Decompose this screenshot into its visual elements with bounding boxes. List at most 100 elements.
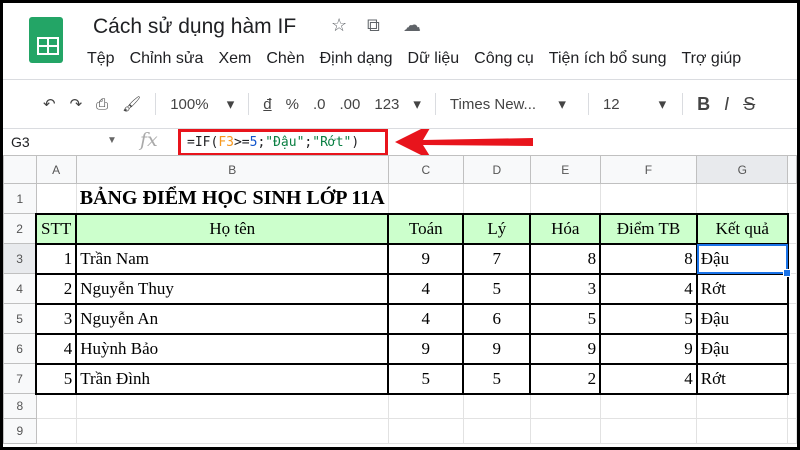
row-header-6[interactable]: 6 [3, 333, 37, 364]
cell[interactable] [35, 418, 77, 444]
cell[interactable]: Huỳnh Bảo [75, 332, 390, 365]
name-box[interactable]: G3 [11, 134, 30, 150]
cell[interactable]: Đậu [695, 302, 789, 335]
cell[interactable]: 6 [462, 302, 532, 335]
cell[interactable] [696, 393, 789, 419]
cell[interactable]: 1 [35, 242, 78, 275]
cell[interactable]: Nguyễn Thuy [75, 272, 390, 305]
column-header-D[interactable]: D [462, 155, 531, 184]
currency-format-button[interactable]: đ [263, 96, 271, 113]
cell[interactable] [787, 303, 797, 334]
header-cell[interactable]: Toán [387, 212, 465, 245]
cell[interactable]: 3 [529, 272, 602, 305]
cell[interactable]: 4 [387, 302, 465, 335]
selected-cell-G3[interactable]: Đậu [695, 242, 792, 278]
cloud-saved-icon[interactable]: ☁ [403, 15, 421, 36]
cell[interactable] [599, 418, 698, 444]
cell[interactable]: 5 [529, 302, 602, 335]
cell[interactable]: 5 [35, 362, 78, 395]
header-cell[interactable]: STT [35, 212, 78, 245]
cell[interactable]: Nguyễn An [75, 302, 390, 335]
column-header-A[interactable]: A [35, 155, 77, 184]
strikethrough-button[interactable]: S [743, 94, 755, 115]
cell[interactable]: 7 [462, 242, 532, 275]
cell[interactable]: 5 [462, 362, 532, 395]
menu-addons[interactable]: Tiện ích bổ sung [549, 50, 667, 68]
row-header-8[interactable]: 8 [3, 393, 37, 419]
sheets-logo-icon[interactable] [29, 17, 63, 63]
cell[interactable]: Trần Nam [75, 242, 390, 275]
cell[interactable]: 5 [599, 302, 698, 335]
cell[interactable]: 2 [529, 362, 602, 395]
menu-tools[interactable]: Công cụ [474, 50, 534, 68]
column-header-E[interactable]: E [529, 155, 601, 184]
paint-format-icon[interactable]: 🖌 [122, 95, 141, 113]
menu-data[interactable]: Dữ liệu [408, 50, 460, 68]
cell[interactable] [75, 418, 389, 444]
star-icon[interactable]: ☆ [331, 15, 347, 36]
cell[interactable]: Đậu [695, 332, 789, 365]
menu-view[interactable]: Xem [218, 50, 251, 68]
cell[interactable]: 9 [387, 242, 465, 275]
cell[interactable]: 4 [599, 362, 698, 395]
cell[interactable] [387, 393, 464, 419]
select-all-corner[interactable] [3, 155, 37, 184]
cell[interactable] [787, 363, 797, 394]
cell[interactable] [462, 183, 531, 214]
row-header-4[interactable]: 4 [3, 273, 37, 304]
print-icon[interactable]: ⎙ [96, 96, 108, 113]
formula-input[interactable]: =IF(F3>=5;"Đậu";"Rớt") [178, 129, 388, 156]
increase-decimal-button[interactable]: .00 [340, 96, 361, 113]
header-cell[interactable]: Điểm TB [599, 212, 698, 245]
cell[interactable] [529, 418, 601, 444]
document-title[interactable]: Cách sử dụng hàm IF [93, 15, 296, 39]
cell[interactable]: 9 [529, 332, 602, 365]
cell[interactable] [75, 393, 389, 419]
cell[interactable]: 9 [462, 332, 532, 365]
more-formats-button[interactable]: 123 ▾ [374, 95, 421, 113]
cell[interactable] [529, 393, 601, 419]
cell[interactable] [387, 183, 464, 214]
cell[interactable] [599, 183, 698, 214]
row-header-1[interactable]: 1 [3, 183, 37, 214]
row-header-7[interactable]: 7 [3, 363, 37, 394]
bold-button[interactable]: B [697, 94, 710, 115]
column-header-G[interactable]: G [696, 155, 789, 184]
menu-insert[interactable]: Chèn [266, 50, 304, 68]
cell[interactable] [787, 393, 797, 419]
cell[interactable] [387, 418, 464, 444]
cell[interactable]: 3 [35, 302, 78, 335]
menu-format[interactable]: Định dạng [320, 50, 393, 68]
cell[interactable] [787, 333, 797, 364]
cell[interactable]: Trần Đình [75, 362, 390, 395]
italic-button[interactable]: I [724, 94, 729, 115]
header-cell[interactable]: Hóa [529, 212, 602, 245]
cell[interactable] [787, 183, 797, 214]
cell[interactable]: 9 [599, 332, 698, 365]
sheet-title-cell[interactable]: BẢNG ĐIỂM HỌC SINH LỚP 11A [75, 183, 389, 214]
column-header-C[interactable]: C [387, 155, 464, 184]
menu-file[interactable]: Tệp [87, 50, 115, 68]
cell[interactable]: 5 [462, 272, 532, 305]
cell[interactable]: 4 [599, 272, 698, 305]
cell[interactable] [787, 213, 797, 244]
cell[interactable] [462, 418, 531, 444]
header-cell[interactable]: Kết quả [695, 212, 789, 245]
menu-help[interactable]: Trợ giúp [681, 50, 741, 68]
font-select[interactable]: Times New... ▾ [450, 95, 566, 113]
percent-format-button[interactable]: % [286, 96, 299, 113]
header-cell[interactable]: Lý [462, 212, 532, 245]
header-cell[interactable]: Họ tên [75, 212, 390, 245]
cell[interactable]: 5 [387, 362, 465, 395]
column-header-B[interactable]: B [75, 155, 389, 184]
redo-icon[interactable]: ↷ [70, 95, 83, 113]
move-folder-icon[interactable]: ⧉ [367, 15, 380, 36]
row-header-5[interactable]: 5 [3, 303, 37, 334]
row-header-3[interactable]: 3 [3, 243, 37, 274]
chevron-down-icon[interactable]: ▼ [107, 135, 117, 146]
column-header-extra[interactable] [787, 155, 797, 184]
cell[interactable] [787, 273, 797, 304]
cell[interactable]: 4 [387, 272, 465, 305]
cell[interactable] [599, 393, 698, 419]
cell[interactable] [696, 418, 789, 444]
